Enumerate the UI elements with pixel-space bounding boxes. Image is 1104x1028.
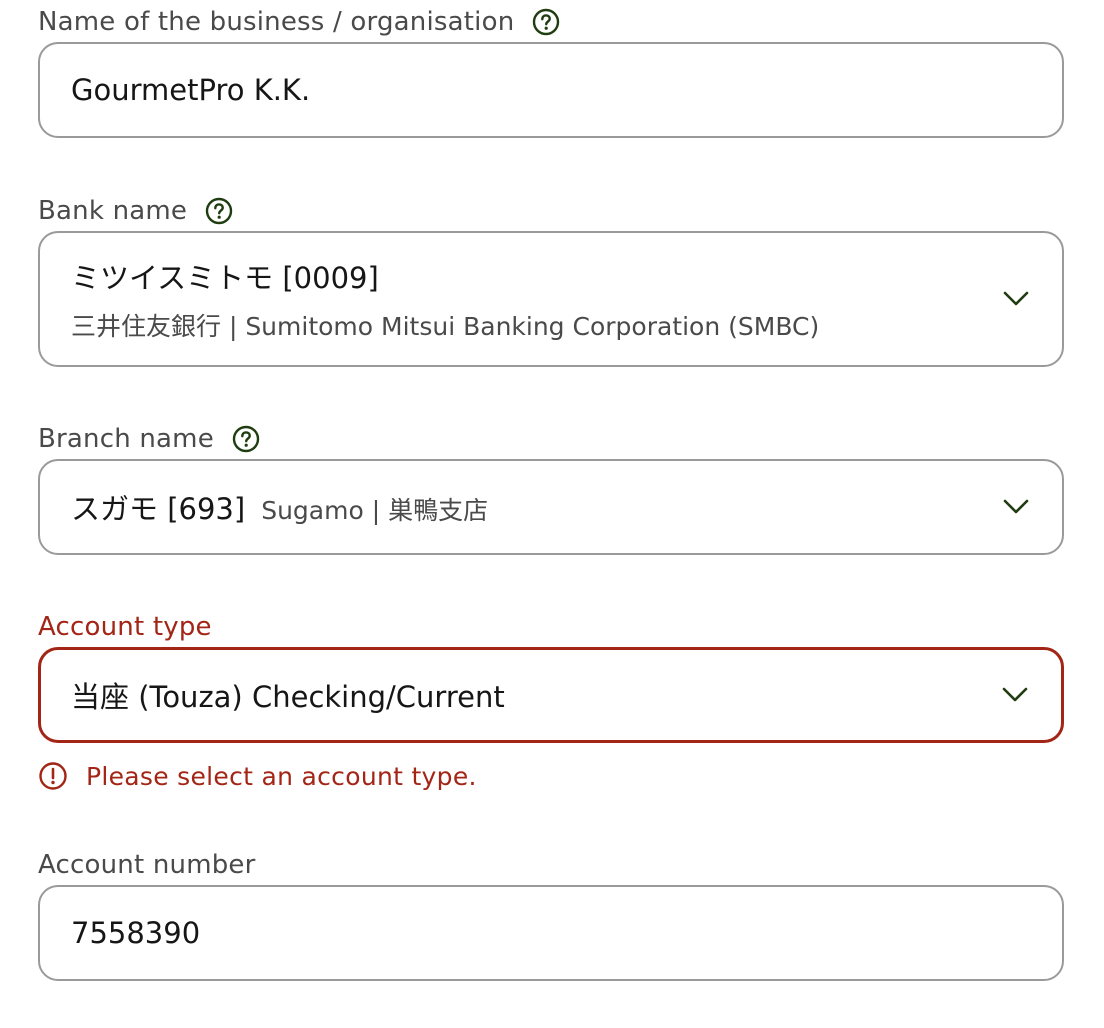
account-number-field: Account number 7558390 [38,845,1064,981]
bank-name-value: ミツイスミトモ [0009] [71,261,379,295]
account-type-value: 当座 (Touza) Checking/Current [71,680,505,714]
branch-name-value: スガモ [693] [71,492,246,526]
account-type-select[interactable]: 当座 (Touza) Checking/Current [38,647,1064,743]
chevron-down-icon[interactable] [1002,290,1030,308]
account-type-error-text: Please select an account type. [86,761,477,791]
branch-name-subtext: Sugamo | 巣鴨支店 [261,496,489,525]
account-number-label: Account number [38,850,256,880]
chevron-down-icon[interactable] [1002,498,1030,516]
branch-name-field: Branch name スガモ [693] Sugamo | 巣鴨支店 [38,419,1064,555]
alert-circle-icon [38,761,68,791]
branch-name-content: スガモ [693] Sugamo | 巣鴨支店 [71,486,488,528]
business-name-value: GourmetPro K.K. [71,73,311,107]
account-type-label: Account type [38,612,212,642]
account-type-label-row: Account type [38,607,1064,647]
question-circle-icon[interactable] [205,197,233,225]
business-name-label: Name of the business / organisation [38,7,515,37]
bank-name-subtext: 三井住友銀行 | Sumitomo Mitsui Banking Corpora… [71,312,820,341]
account-number-input[interactable]: 7558390 [38,885,1064,981]
branch-name-label: Branch name [38,424,214,454]
chevron-down-icon[interactable] [1001,686,1029,704]
bank-name-select[interactable]: ミツイスミトモ [0009] 三井住友銀行 | Sumitomo Mitsui … [38,231,1064,367]
branch-name-select[interactable]: スガモ [693] Sugamo | 巣鴨支店 [38,459,1064,555]
bank-name-label: Bank name [38,196,188,226]
question-circle-icon[interactable] [532,8,560,36]
bank-name-field: Bank name ミツイスミトモ [0009] 三井住友銀行 | Sumito… [38,191,1064,367]
branch-name-label-row: Branch name [38,419,1064,459]
bank-name-label-row: Bank name [38,191,1064,231]
account-type-field: Account type 当座 (Touza) Checking/Current… [38,607,1064,791]
account-type-error: Please select an account type. [38,761,1064,791]
account-number-label-row: Account number [38,845,1064,885]
business-name-input[interactable]: GourmetPro K.K. [38,42,1064,138]
question-circle-icon[interactable] [232,425,260,453]
business-name-field: Name of the business / organisation Gour… [38,2,1064,138]
business-name-label-row: Name of the business / organisation [38,2,1064,42]
account-number-value: 7558390 [71,916,201,950]
